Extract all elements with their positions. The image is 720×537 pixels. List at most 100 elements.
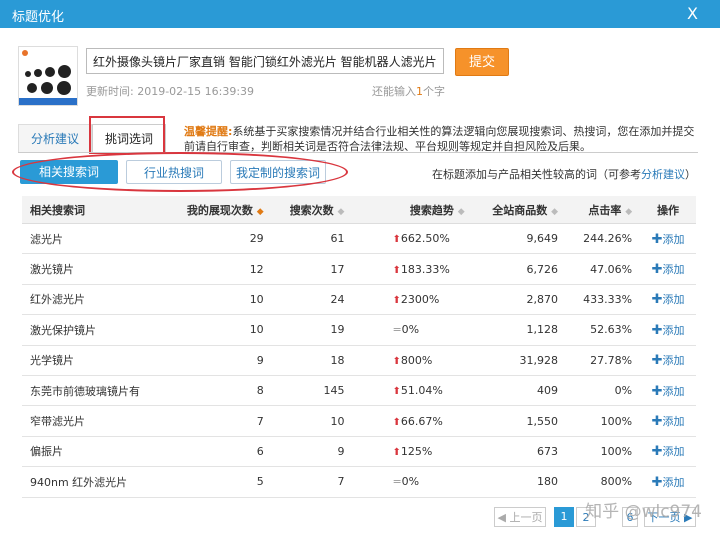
cell-trend: ⬆51.04%: [352, 375, 473, 407]
plus-icon: ✚: [651, 414, 663, 430]
add-button[interactable]: ✚添加: [652, 444, 685, 459]
add-label: 添加: [662, 475, 685, 489]
plus-icon: ✚: [651, 322, 663, 338]
brand-logo-icon: [22, 50, 28, 56]
add-button[interactable]: ✚添加: [651, 322, 685, 338]
tab-analysis[interactable]: 分析建议: [18, 124, 92, 152]
cell-trend: ⬆125%: [352, 436, 473, 468]
trend-up-icon: ⬆: [392, 294, 401, 306]
plus-icon: ✚: [651, 262, 663, 278]
cell-action: ✚添加: [640, 405, 696, 437]
table-row: 窄带滤光片 7 10 ⬆66.67% 1,550 100% ✚添加: [22, 405, 696, 437]
trend-value: 183.33%: [400, 262, 450, 276]
cell-ctr: 27.78%: [566, 345, 641, 376]
cell-keyword: 偏振片: [22, 436, 166, 468]
sort-icon[interactable]: ◆: [458, 207, 465, 217]
sort-icon[interactable]: ◆: [338, 207, 345, 217]
add-button[interactable]: ✚添加: [652, 384, 685, 399]
add-button[interactable]: ✚添加: [651, 231, 685, 247]
trend-value: 66.67%: [400, 414, 443, 428]
cell-products: 1,550: [472, 405, 566, 437]
add-label: 添加: [662, 232, 685, 246]
cell-action: ✚添加: [640, 223, 696, 255]
notice-text: 系统基于买家搜索情况并结合行业相关性的算法逻辑向您展现搜索词、热搜词，您在添加并…: [184, 125, 695, 153]
pager-prev-label: 上一页: [509, 511, 543, 524]
plus-icon: ✚: [651, 292, 663, 308]
cell-ctr: 433.33%: [566, 284, 641, 316]
pager-prev-button[interactable]: ◀ 上一页: [494, 507, 546, 527]
hint-body: 在标题添加与产品相关性较高的词（可参考: [432, 168, 641, 181]
cell-ctr: 100%: [566, 405, 641, 437]
lens-dot-icon: [25, 71, 31, 77]
trend-up-icon: ⬆: [392, 446, 401, 458]
add-button[interactable]: ✚添加: [652, 475, 685, 490]
hint-analysis-link[interactable]: 分析建议: [641, 168, 685, 181]
cell-ctr: 52.63%: [566, 314, 641, 346]
trend-value: 0%: [401, 475, 420, 489]
cell-action: ✚添加: [640, 253, 696, 285]
cell-action: ✚添加: [640, 375, 696, 407]
cell-searches: 10: [271, 405, 353, 437]
add-label: 添加: [662, 445, 685, 459]
pager-page-1[interactable]: 1: [554, 507, 574, 527]
col-searches-label: 搜索次数: [289, 203, 334, 217]
add-label: 添加: [662, 323, 685, 337]
notice: 温馨提醒:系统基于买家搜索情况并结合行业相关性的算法逻辑向您展现搜索词、热搜词，…: [184, 124, 700, 154]
cell-action: ✚添加: [640, 284, 696, 316]
product-title-input[interactable]: 红外摄像头镜片厂家直销 智能门锁红外滤光片 智能机器人滤光片: [86, 48, 444, 74]
cell-trend: =0%: [352, 466, 473, 498]
updated-time: 更新时间: 2019-02-15 16:39:39: [86, 85, 255, 98]
cell-impressions: 8: [165, 375, 272, 407]
dialog-title: 标题优化: [12, 10, 65, 25]
cell-action: ✚添加: [640, 345, 696, 376]
cell-searches: 145: [271, 375, 353, 407]
submit-button[interactable]: 提交: [455, 48, 509, 76]
col-impressions[interactable]: 我的展现次数 ◆: [165, 196, 272, 224]
cell-impressions: 12: [165, 253, 272, 285]
plus-icon: ✚: [651, 353, 663, 369]
cell-products: 180: [472, 466, 566, 498]
cell-impressions: 29: [165, 223, 272, 255]
col-action: 操作: [640, 196, 696, 224]
cell-searches: 61: [271, 223, 353, 255]
trend-flat-icon: =: [392, 475, 402, 489]
cell-trend: ⬆66.67%: [352, 405, 473, 437]
add-button[interactable]: ✚添加: [651, 414, 685, 430]
sort-desc-icon[interactable]: ◆: [257, 207, 264, 217]
add-button[interactable]: ✚添加: [651, 262, 685, 278]
remaining-suffix: 个字: [423, 85, 445, 98]
cell-trend: ⬆800%: [352, 345, 473, 376]
trend-value: 125%: [400, 444, 433, 458]
trend-up-icon: ⬆: [392, 355, 401, 367]
trend-value: 51.04%: [400, 384, 443, 398]
add-button[interactable]: ✚添加: [651, 292, 685, 308]
trend-value: 800%: [400, 353, 433, 367]
lens-dot-icon: [27, 83, 37, 93]
cell-keyword: 东莞市前德玻璃镜片有: [22, 375, 166, 407]
table-row: 滤光片 29 61 ⬆662.50% 9,649 244.26% ✚添加: [22, 223, 696, 255]
cell-keyword: 红外滤光片: [22, 284, 166, 316]
col-searches[interactable]: 搜索次数 ◆: [271, 196, 353, 224]
add-button[interactable]: ✚添加: [651, 353, 685, 369]
thumbnail-ribbon: [19, 98, 77, 105]
col-trend[interactable]: 搜索趋势 ◆: [352, 196, 473, 224]
close-button[interactable]: X: [687, 4, 698, 23]
notice-prefix: 温馨提醒:: [184, 125, 233, 138]
sort-icon[interactable]: ◆: [551, 207, 558, 217]
cell-products: 9,649: [472, 223, 566, 255]
sort-icon[interactable]: ◆: [625, 207, 632, 217]
col-keyword: 相关搜索词: [22, 196, 166, 224]
cell-keyword: 窄带滤光片: [22, 405, 166, 437]
cell-impressions: 7: [165, 405, 272, 437]
plus-icon: ✚: [651, 231, 663, 247]
hint-text: 在标题添加与产品相关性较高的词（可参考分析建议）: [432, 166, 696, 182]
col-ctr[interactable]: 点击率 ◆: [566, 196, 641, 224]
col-impressions-label: 我的展现次数: [186, 203, 253, 217]
cell-keyword: 激光镜片: [22, 253, 166, 285]
table-row: 激光保护镜片 10 19 =0% 1,128 52.63% ✚添加: [22, 314, 696, 346]
col-products[interactable]: 全站商品数 ◆: [472, 196, 566, 224]
table-row: 红外滤光片 10 24 ⬆2300% 2,870 433.33% ✚添加: [22, 284, 696, 316]
cell-action: ✚添加: [640, 436, 696, 468]
cell-impressions: 10: [165, 314, 272, 346]
cell-trend: ⬆2300%: [352, 284, 473, 316]
